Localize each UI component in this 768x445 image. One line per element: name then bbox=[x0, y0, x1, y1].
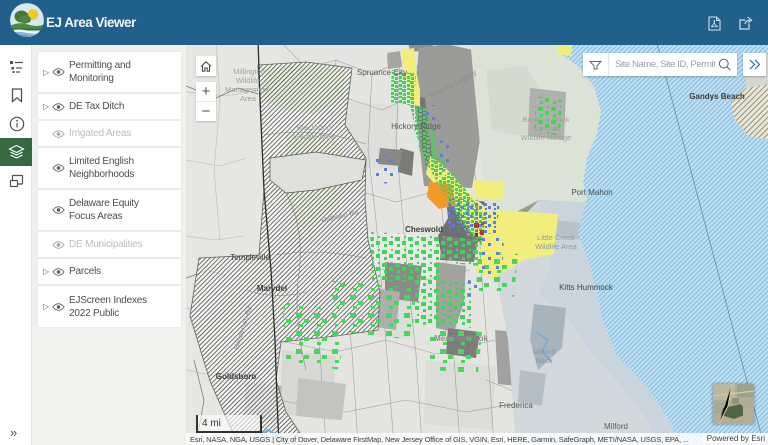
svg-text:Area: Area bbox=[240, 94, 257, 103]
svg-text:Milford: Milford bbox=[533, 347, 556, 356]
svg-text:National: National bbox=[532, 124, 560, 133]
svg-text:Frederica: Frederica bbox=[499, 401, 533, 410]
svg-text:Milford: Milford bbox=[604, 422, 628, 431]
svg-text:Millington: Millington bbox=[233, 67, 265, 76]
svg-text:Neck: Neck bbox=[535, 356, 552, 365]
svg-text:Cheswold: Cheswold bbox=[405, 225, 443, 234]
svg-text:Wildlife: Wildlife bbox=[236, 76, 260, 85]
svg-text:Gandys Beach: Gandys Beach bbox=[689, 92, 745, 101]
svg-text:Templeville: Templeville bbox=[230, 253, 270, 262]
svg-text:Goldsboro: Goldsboro bbox=[216, 372, 257, 381]
svg-text:Little Creek: Little Creek bbox=[537, 233, 575, 242]
svg-text:Wildlife Area: Wildlife Area bbox=[535, 242, 578, 251]
svg-text:Hickory Ridge: Hickory Ridge bbox=[391, 122, 441, 131]
svg-text:Spruance City: Spruance City bbox=[357, 68, 407, 77]
svg-text:Blackiston: Blackiston bbox=[297, 123, 331, 132]
svg-text:Wildlife Refuge: Wildlife Refuge bbox=[521, 133, 571, 142]
svg-text:Marydel: Marydel bbox=[257, 284, 287, 293]
svg-text:Bombay Hook: Bombay Hook bbox=[522, 115, 569, 124]
svg-text:Management: Management bbox=[225, 85, 270, 94]
svg-text:Kitts Hummock: Kitts Hummock bbox=[559, 283, 614, 292]
svg-text:Meadowbrook: Meadowbrook bbox=[434, 334, 488, 343]
svg-text:Port Mahon: Port Mahon bbox=[571, 188, 612, 197]
svg-text:Wildlife Area: Wildlife Area bbox=[293, 132, 336, 141]
